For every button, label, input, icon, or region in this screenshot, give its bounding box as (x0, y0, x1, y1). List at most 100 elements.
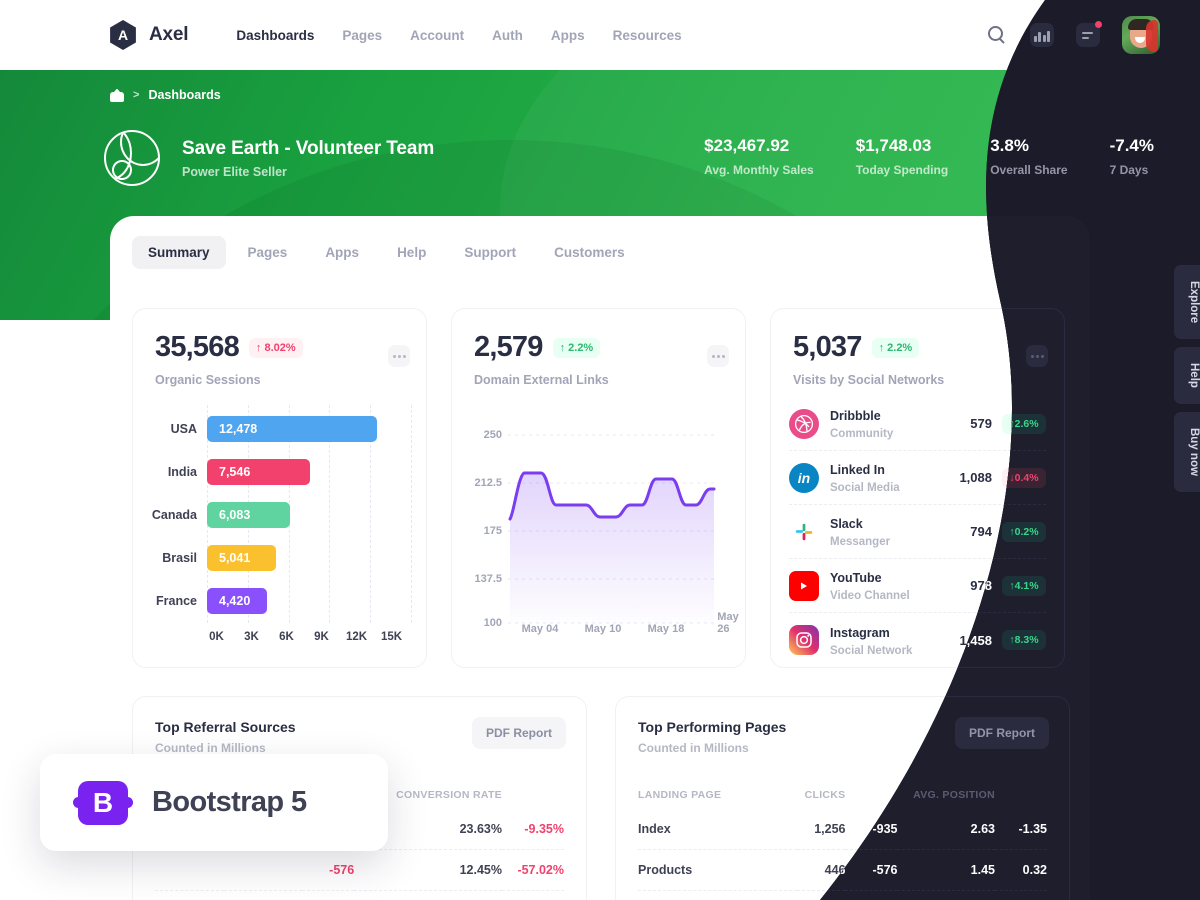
bar-india: 7,546 (207, 458, 310, 485)
area-chart: 250 212.5 175 137.5 100 (466, 405, 738, 635)
main-nav: Dashboards Pages Account Auth Apps Resou… (236, 28, 681, 43)
social-badge: ↑0.2% (1002, 522, 1046, 542)
stat-overall-share: 3.8% Overall Share (990, 136, 1067, 177)
avatar[interactable] (1122, 16, 1160, 54)
stat-avg-monthly-sales: $23,467.92 Avg. Monthly Sales (704, 136, 814, 177)
card-menu-icon[interactable] (707, 345, 729, 367)
brand-logo[interactable]: A Axel (108, 20, 189, 50)
nav-item-dashboards[interactable]: Dashboards (236, 28, 314, 43)
tab-support[interactable]: Support (448, 236, 532, 269)
bar-label: France (156, 593, 197, 608)
bar-brasil: 5,041 (207, 544, 276, 571)
cell-position-delta: -1.35 (1018, 822, 1047, 836)
card-menu-icon[interactable] (388, 345, 410, 367)
cell-position-delta: 0.32 (995, 850, 1047, 891)
tab-customers[interactable]: Customers (538, 236, 641, 269)
cell-rate: 73.63% (354, 890, 502, 900)
cell-rate-delta: -9.35% (524, 822, 564, 836)
card-menu-icon[interactable] (1026, 345, 1048, 367)
cell-sessions: 67 (223, 890, 303, 900)
cell-source: Bol.com (155, 890, 224, 900)
bar-france: 4,420 (207, 587, 268, 614)
search-icon[interactable] (986, 24, 1008, 46)
nav-item-apps[interactable]: Apps (551, 28, 585, 43)
social-sub: Social Network (830, 644, 913, 657)
table-row[interactable]: -576 12.45% -57.02% (155, 849, 564, 891)
social-value: 1,088 (959, 470, 992, 485)
tab-apps[interactable]: Apps (309, 236, 375, 269)
cell-page: Products (638, 849, 797, 891)
cell-position: 1.45 (897, 850, 995, 891)
col-landing-page: LANDING PAGE (638, 789, 722, 801)
ytick: 175 (483, 525, 502, 537)
ytick: 100 (483, 617, 502, 629)
side-tab-explore[interactable]: Explore (1174, 265, 1200, 340)
nav-item-pages[interactable]: Pages (342, 28, 382, 43)
social-visits-label: Visits by Social Networks (793, 373, 945, 387)
xtick: May 26 (717, 611, 739, 635)
cell-position: 7.63 (897, 891, 995, 900)
social-name: Slack (830, 517, 863, 531)
bar-row: Brasil 5,041 (151, 536, 411, 579)
cell-position-delta: +8.73 (995, 891, 1047, 900)
stat-value: 3.8% (990, 136, 1029, 155)
stat-label: 7 Days (1109, 163, 1149, 177)
bootstrap-letter: B (92, 786, 114, 818)
xtick: 3K (244, 631, 259, 643)
nav-item-resources[interactable]: Resources (613, 28, 682, 43)
xtick: 15K (380, 631, 403, 643)
bar-usa: 12,478 (207, 415, 377, 442)
xtick: May 10 (584, 623, 622, 635)
social-name: Instagram (830, 625, 890, 640)
social-badge: ↑8.3% (1002, 630, 1046, 650)
side-tab-help[interactable]: Help (1174, 347, 1200, 405)
list-item[interactable]: Dribbble Community 579 ↑2.6% (789, 397, 1046, 451)
organic-sessions-value: 35,568 (155, 331, 240, 363)
youtube-icon (789, 570, 819, 601)
home-icon[interactable] (110, 89, 124, 102)
tab-pages[interactable]: Pages (232, 236, 304, 269)
stat-today-spending: $1,748.03 Today Spending (856, 136, 948, 177)
tab-help[interactable]: Help (381, 236, 442, 269)
side-tabs: Explore Help Buy now (1174, 265, 1200, 493)
pdf-report-button[interactable]: PDF Report (955, 717, 1049, 749)
content-tabs: Summary Pages Apps Help Support Customer… (132, 236, 641, 269)
organic-sessions-card: 35,568 ↑ 8.02% Organic Sessions USA 12,4… (132, 308, 427, 668)
instagram-icon (789, 625, 819, 655)
breadcrumb-current[interactable]: Dashboards (148, 88, 220, 102)
kpi-cards-row: 35,568 ↑ 8.02% Organic Sessions USA 12,4… (132, 308, 1065, 668)
slack-icon (789, 517, 819, 547)
social-name: Dribbble (830, 409, 881, 423)
linkedin-icon: in (789, 462, 819, 493)
bootstrap-logo-icon: B (73, 780, 133, 825)
organic-sessions-badge: ↑ 8.02% (248, 337, 303, 358)
tab-summary[interactable]: Summary (132, 236, 226, 269)
bar-label: USA (170, 421, 197, 436)
bar-row: France 4,420 (151, 579, 411, 622)
social-sub: Messanger (830, 536, 891, 548)
stat-label: Avg. Monthly Sales (704, 163, 814, 177)
breadcrumb-separator: > (133, 89, 140, 101)
stat-label: Today Spending (855, 163, 949, 177)
nav-item-auth[interactable]: Auth (492, 28, 523, 43)
notifications-icon[interactable] (1076, 23, 1100, 47)
xtick: 12K (345, 631, 368, 643)
bar-canada: 6,083 (207, 501, 290, 528)
cell-page: Index (638, 822, 671, 836)
ytick: 212.5 (474, 477, 502, 489)
xtick: 6K (279, 631, 294, 643)
nav-item-account[interactable]: Account (410, 28, 464, 43)
social-name: YouTube (830, 571, 882, 585)
social-value: 794 (970, 524, 992, 539)
bootstrap-promo-card[interactable]: B Bootstrap 5 (40, 754, 388, 851)
side-tab-buy-now[interactable]: Buy now (1174, 412, 1200, 493)
bar-label: Canada (151, 507, 197, 522)
activity-icon[interactable] (1030, 23, 1054, 47)
globe-icon (104, 130, 160, 186)
table-row[interactable]: Bol.com 67 +24 73.63% +28.73% (155, 890, 564, 900)
pdf-report-button[interactable]: PDF Report (472, 717, 566, 749)
xtick: May 04 (521, 623, 559, 635)
social-visits-badge: ↑ 2.2% (871, 337, 920, 358)
cell-source (155, 849, 224, 891)
cell-delta: +24 (302, 890, 355, 900)
